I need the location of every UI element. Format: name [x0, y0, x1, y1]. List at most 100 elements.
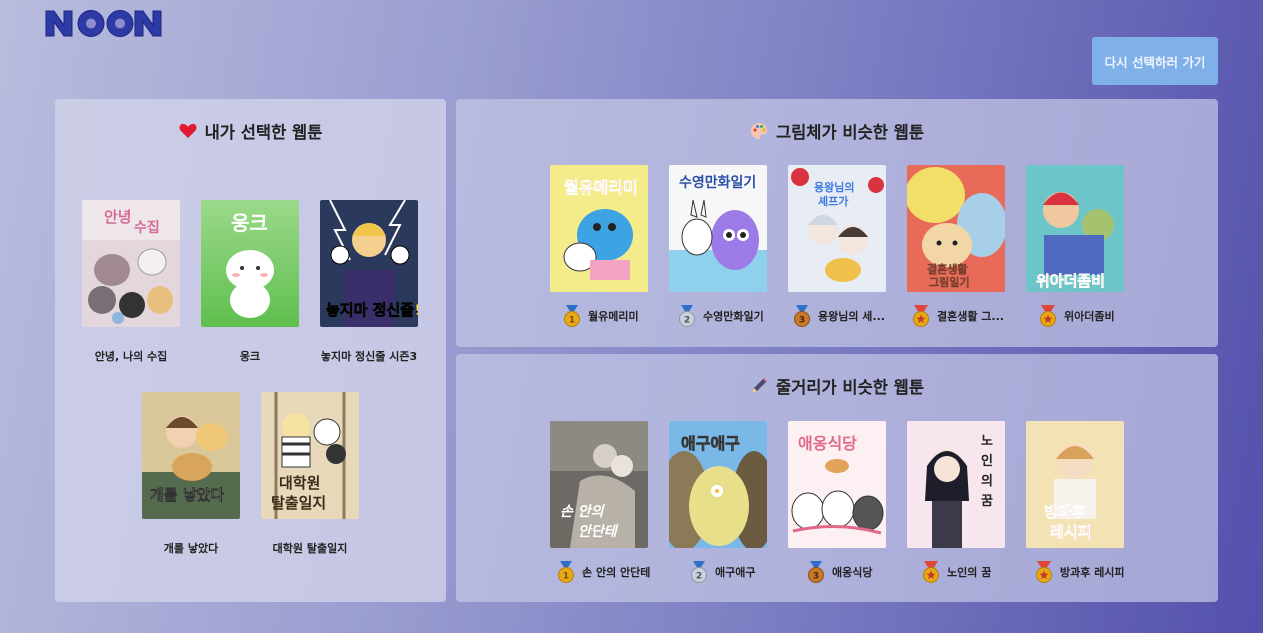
webtoon-cover[interactable]: 방과후 레시피 — [1026, 421, 1124, 548]
webtoon-title: 손 안의 안단테 — [582, 566, 651, 579]
svg-text:안단테: 안단테 — [578, 524, 619, 540]
star-medal-icon — [913, 305, 929, 327]
webtoon-card[interactable]: 놓지마 정신줄!! 놓지마 정신줄 시즌3 — [320, 200, 418, 363]
svg-text:2: 2 — [684, 316, 690, 326]
webtoon-cover[interactable]: 애구애구 — [669, 421, 767, 548]
webtoon-card[interactable]: 월유메리미 1 월유메리미 — [550, 165, 648, 327]
webtoon-cover[interactable]: 용왕님의 셰프가 — [788, 165, 886, 292]
svg-text:놓지마 정신줄!!: 놓지마 정신줄!! — [326, 301, 418, 319]
svg-text:용왕님의: 용왕님의 — [814, 180, 854, 194]
webtoon-card[interactable]: 위아더좀비 위아더좀비 — [1026, 165, 1124, 327]
svg-text:3: 3 — [813, 572, 819, 582]
webtoon-title: 수영만화일기 — [703, 310, 764, 323]
palette-icon — [750, 123, 767, 139]
webtoon-card[interactable]: 결혼생활 그림일기 결혼생활 그... — [907, 165, 1005, 327]
star-medal-icon — [1040, 305, 1056, 327]
webtoon-card[interactable]: 노 인 의 꿈 노인의 꿈 — [907, 421, 1005, 583]
svg-text:애구애구: 애구애구 — [681, 434, 740, 453]
svg-text:탈출일지: 탈출일지 — [271, 494, 326, 512]
svg-text:위아더좀비: 위아더좀비 — [1036, 272, 1105, 290]
webtoon-cover[interactable]: 놓지마 정신줄!! — [320, 200, 418, 327]
rank-row: 3 용왕님의 세... — [792, 305, 902, 327]
my-picks-panel: 내가 선택한 웹툰 안녕 수집 안녕, 나의 수집 웅크 웅크 놓지마 정신줄!… — [55, 99, 446, 602]
webtoon-title: 위아더좀비 — [1064, 310, 1115, 323]
back-to-selection-button[interactable]: 다시 선택하러 가기 — [1092, 37, 1218, 85]
webtoon-card[interactable]: 수영만화일기 2 수영만화일기 — [669, 165, 767, 327]
bronze-medal-icon: 3 — [808, 561, 824, 583]
svg-text:2: 2 — [696, 572, 702, 582]
svg-text:1: 1 — [563, 572, 569, 582]
svg-text:안녕: 안녕 — [104, 208, 132, 226]
webtoon-cover[interactable]: 수영만화일기 — [669, 165, 767, 292]
rank-row: 1 손 안의 안단테 — [556, 561, 666, 583]
svg-text:방과후: 방과후 — [1044, 503, 1086, 521]
webtoon-cover[interactable]: 애옹식당 — [788, 421, 886, 548]
webtoon-cover[interactable]: 결혼생활 그림일기 — [907, 165, 1005, 292]
webtoon-cover[interactable]: 위아더좀비 — [1026, 165, 1124, 292]
svg-text:꿈: 꿈 — [981, 494, 993, 509]
webtoon-cover[interactable]: 월유메리미 — [550, 165, 648, 292]
webtoon-title: 애구애구 — [715, 566, 756, 579]
svg-text:결혼생활: 결혼생활 — [927, 262, 967, 276]
svg-text:손 안의: 손 안의 — [560, 504, 606, 520]
similar-art-panel: 그림체가 비슷한 웹툰 월유메리미 1 월유메리미 수영만화일기 2 수영만화일… — [456, 99, 1218, 347]
silver-medal-icon: 2 — [679, 305, 695, 327]
svg-text:월유메리미: 월유메리미 — [564, 178, 638, 197]
rank-row: 노인의 꿈 — [921, 561, 1031, 583]
similar-story-panel: 줄거리가 비슷한 웹툰 손 안의 안단테 1 손 안의 안단테 애구애구 2 애… — [456, 354, 1218, 602]
svg-text:그림일기: 그림일기 — [929, 275, 969, 289]
svg-text:레시피: 레시피 — [1050, 523, 1091, 541]
rank-row: 3 애옹식당 — [806, 561, 916, 583]
svg-text:셰프가: 셰프가 — [818, 194, 848, 208]
rank-row: 방과후 레시피 — [1034, 561, 1144, 583]
webtoon-card[interactable]: 손 안의 안단테 1 손 안의 안단테 — [550, 421, 650, 583]
noon-logo[interactable] — [44, 6, 162, 40]
webtoon-title: 대학원 탈출일지 — [272, 542, 348, 555]
star-medal-icon — [923, 561, 939, 583]
webtoon-card[interactable]: 용왕님의 셰프가 3 용왕님의 세... — [788, 165, 886, 327]
webtoon-title: 월유메리미 — [588, 310, 639, 323]
webtoon-card[interactable]: 대학원 탈출일지 대학원 탈출일지 — [261, 392, 359, 555]
svg-text:의: 의 — [981, 473, 993, 489]
svg-text:노: 노 — [981, 434, 993, 449]
webtoon-cover[interactable]: 손 안의 안단테 — [550, 421, 648, 548]
webtoon-title: 놓지마 정신줄 시즌3 — [320, 350, 418, 363]
webtoon-title: 결혼생활 그... — [937, 310, 1004, 323]
svg-text:수집: 수집 — [134, 219, 160, 236]
gold-medal-icon: 1 — [564, 305, 580, 327]
rank-row: 결혼생활 그... — [911, 305, 1021, 327]
webtoon-card[interactable]: 방과후 레시피 방과후 레시피 — [1026, 421, 1125, 583]
svg-text:수영만화일기: 수영만화일기 — [679, 174, 756, 191]
webtoon-card[interactable]: 개를 낳았다 개를 낳았다 — [142, 392, 240, 555]
svg-text:개를 낳았다: 개를 낳았다 — [150, 486, 224, 504]
webtoon-cover[interactable]: 안녕 수집 — [82, 200, 180, 327]
webtoon-title: 용왕님의 세... — [818, 310, 885, 323]
silver-medal-icon: 2 — [691, 561, 707, 583]
gold-medal-icon: 1 — [558, 561, 574, 583]
webtoon-card[interactable]: 안녕 수집 안녕, 나의 수집 — [82, 200, 180, 363]
rank-row: 2 수영만화일기 — [677, 305, 787, 327]
similar-art-heading: 그림체가 비슷한 웹툰 — [456, 119, 1218, 143]
bronze-medal-icon: 3 — [794, 305, 810, 327]
pen-icon — [751, 378, 767, 393]
svg-text:웅크: 웅크 — [231, 211, 268, 235]
webtoon-title: 노인의 꿈 — [947, 566, 992, 579]
svg-text:애옹식당: 애옹식당 — [798, 434, 857, 453]
webtoon-card[interactable]: 웅크 웅크 — [201, 200, 299, 363]
webtoon-cover[interactable]: 노 인 의 꿈 — [907, 421, 1005, 548]
rank-row: 위아더좀비 — [1038, 305, 1148, 327]
webtoon-cover[interactable]: 웅크 — [201, 200, 299, 327]
webtoon-cover[interactable]: 대학원 탈출일지 — [261, 392, 359, 519]
webtoon-title: 방과후 레시피 — [1060, 566, 1125, 579]
svg-text:3: 3 — [799, 316, 805, 326]
star-medal-icon — [1036, 561, 1052, 583]
my-picks-heading: 내가 선택한 웹툰 — [55, 119, 446, 143]
similar-story-heading: 줄거리가 비슷한 웹툰 — [456, 374, 1218, 398]
rank-row: 1 월유메리미 — [562, 305, 672, 327]
rank-row: 2 애구애구 — [689, 561, 799, 583]
webtoon-cover[interactable]: 개를 낳았다 — [142, 392, 240, 519]
webtoon-card[interactable]: 애구애구 2 애구애구 — [669, 421, 767, 583]
webtoon-title: 애옹식당 — [832, 566, 873, 579]
svg-text:대학원: 대학원 — [279, 474, 320, 492]
webtoon-card[interactable]: 애옹식당 3 애옹식당 — [788, 421, 886, 583]
